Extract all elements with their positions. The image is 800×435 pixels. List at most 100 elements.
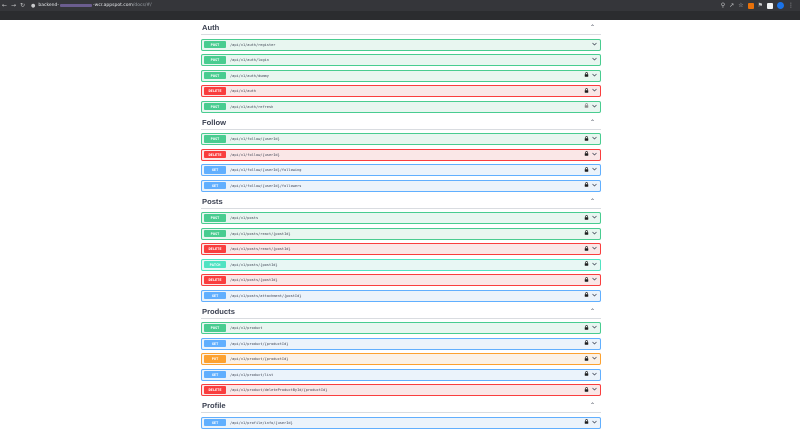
- extension-icon[interactable]: [747, 2, 754, 9]
- method-badge: DELETE: [204, 87, 226, 95]
- section-title: Follow: [202, 117, 227, 127]
- lock-icon[interactable]: [584, 340, 589, 347]
- operation-row[interactable]: GET/api/v1/follow/{userId}/following: [201, 164, 601, 176]
- operation-path: /api/v1/product/deleteProductById/{produ…: [230, 388, 328, 392]
- url-path: /docs/#/: [132, 3, 152, 8]
- operation-row[interactable]: POST/api/v1/posts/react/{postId}: [201, 227, 601, 240]
- method-badge: GET: [204, 339, 226, 348]
- operation-path: /api/v1/auth/dummy: [230, 73, 269, 78]
- chevron-down-icon[interactable]: [591, 57, 597, 63]
- swagger-operations: Auth ⌃ POST/api/v1/auth/register POST/api/v…: [201, 21, 601, 432]
- chevron-up-icon[interactable]: ⌃: [590, 198, 595, 205]
- lock-icon[interactable]: [584, 151, 589, 158]
- chevron-down-icon[interactable]: [591, 387, 597, 393]
- chevron-down-icon[interactable]: [591, 167, 597, 173]
- lock-icon[interactable]: [584, 386, 589, 394]
- chevron-down-icon[interactable]: [591, 215, 597, 221]
- operation-row[interactable]: DELETE/api/v1/posts/{postId}: [201, 274, 601, 286]
- lock-icon[interactable]: [584, 419, 589, 426]
- operation-path: /api/v1/product/{productId}: [230, 357, 289, 361]
- url-host-rest: -wcr.appspot.com: [93, 3, 133, 8]
- method-badge: GET: [204, 181, 226, 190]
- operation-row[interactable]: GET/api/v1/follow/{userId}/followers: [201, 179, 601, 192]
- method-badge: PATCH: [204, 260, 226, 269]
- section-header[interactable]: Auth ⌃: [201, 21, 601, 35]
- operation-path: /api/v1/posts: [230, 216, 259, 220]
- chevron-down-icon[interactable]: [591, 356, 597, 362]
- site-info-icon[interactable]: ●: [31, 3, 35, 9]
- chevron-down-icon[interactable]: [591, 246, 597, 252]
- bookmark-star-icon[interactable]: ☆: [738, 0, 743, 11]
- lock-icon[interactable]: [584, 214, 589, 222]
- lock-icon[interactable]: [584, 324, 589, 332]
- operation-row[interactable]: PUT/api/v1/product/{productId}: [201, 353, 601, 365]
- chevron-down-icon[interactable]: [591, 152, 597, 158]
- chevron-down-icon[interactable]: [591, 136, 597, 142]
- operation-row[interactable]: POST/api/v1/auth/login: [201, 54, 601, 66]
- lock-icon[interactable]: [584, 72, 589, 79]
- chevron-up-icon[interactable]: ⌃: [590, 402, 595, 409]
- method-badge: DELETE: [204, 245, 226, 253]
- chevron-down-icon[interactable]: [591, 341, 597, 347]
- lock-icon[interactable]: [584, 166, 589, 174]
- chevron-up-icon[interactable]: ⌃: [590, 119, 595, 126]
- operation-path: /api/v1/product/list: [230, 372, 274, 377]
- chevron-down-icon[interactable]: [591, 325, 597, 331]
- chevron-down-icon[interactable]: [591, 73, 597, 79]
- operation-row[interactable]: GET/api/v1/product/list: [201, 368, 601, 381]
- lock-icon[interactable]: [584, 292, 589, 299]
- method-badge: POST: [204, 71, 226, 80]
- chevron-down-icon[interactable]: [591, 104, 597, 110]
- forward-icon[interactable]: →: [9, 0, 18, 11]
- profile-avatar[interactable]: [777, 2, 784, 9]
- lock-icon[interactable]: [584, 276, 589, 284]
- operation-row[interactable]: PATCH/api/v1/posts/{postId}: [201, 258, 601, 271]
- chevron-down-icon[interactable]: [591, 42, 597, 48]
- lock-icon[interactable]: [584, 261, 589, 268]
- zoom-icon[interactable]: ⚲: [721, 0, 725, 11]
- operation-row[interactable]: DELETE/api/v1/follow/{userId}: [201, 148, 601, 161]
- operation-row[interactable]: POST/api/v1/follow/{userId}: [201, 133, 601, 145]
- operation-row[interactable]: DELETE/api/v1/product/deleteProductById/…: [201, 384, 601, 396]
- extensions-puzzle-icon[interactable]: ⚑: [758, 0, 763, 11]
- operation-row[interactable]: POST/api/v1/product: [201, 322, 601, 334]
- reload-icon[interactable]: ↻: [18, 0, 27, 11]
- chevron-down-icon[interactable]: [591, 183, 597, 189]
- chevron-down-icon[interactable]: [591, 293, 597, 299]
- section-header[interactable]: Products ⌃: [201, 305, 601, 319]
- lock-icon[interactable]: [584, 135, 589, 143]
- chevron-up-icon[interactable]: ⌃: [590, 24, 595, 31]
- chevron-down-icon[interactable]: [591, 231, 597, 237]
- operation-row[interactable]: POST/api/v1/auth/dummy: [201, 69, 601, 82]
- operation-row[interactable]: GET/api/v1/posts/attachment/{postId}: [201, 289, 601, 302]
- section-header[interactable]: Profile ⌃: [201, 399, 601, 413]
- section-header[interactable]: Posts ⌃: [201, 195, 601, 209]
- lock-icon[interactable]: [584, 245, 589, 253]
- address-bar[interactable]: ● backend- -wcr.appspot.com /docs/#/: [31, 1, 721, 10]
- lock-icon[interactable]: [584, 87, 589, 95]
- chevron-down-icon[interactable]: [591, 277, 597, 283]
- operation-row[interactable]: DELETE/api/v1/auth: [201, 85, 601, 97]
- menu-icon[interactable]: ⋮: [788, 0, 794, 11]
- chevron-down-icon[interactable]: [591, 420, 597, 426]
- chevron-up-icon[interactable]: ⌃: [590, 308, 595, 315]
- chevron-down-icon[interactable]: [591, 262, 597, 268]
- share-icon[interactable]: ↗: [729, 0, 734, 11]
- operation-path: /api/v1/auth: [230, 89, 256, 93]
- operation-row[interactable]: GET/api/v1/product/{productId}: [201, 337, 601, 350]
- back-icon[interactable]: ←: [0, 0, 9, 11]
- chevron-down-icon[interactable]: [591, 372, 597, 378]
- lock-icon[interactable]: [584, 182, 589, 189]
- operation-row[interactable]: POST/api/v1/auth/refresh: [201, 100, 601, 113]
- operation-row[interactable]: POST/api/v1/posts: [201, 212, 601, 224]
- operation-row[interactable]: GET/api/v1/profile/info/{userId}: [201, 416, 601, 429]
- lock-icon[interactable]: [584, 355, 589, 363]
- section-header[interactable]: Follow ⌃: [201, 116, 601, 130]
- chevron-down-icon[interactable]: [591, 88, 597, 94]
- operation-row[interactable]: POST/api/v1/auth/register: [201, 38, 601, 51]
- lock-icon[interactable]: [584, 371, 589, 378]
- operation-row[interactable]: DELETE/api/v1/posts/react/{postId}: [201, 243, 601, 255]
- lock-icon[interactable]: [584, 103, 589, 110]
- side-panel-icon[interactable]: [767, 2, 773, 9]
- lock-icon[interactable]: [584, 230, 589, 237]
